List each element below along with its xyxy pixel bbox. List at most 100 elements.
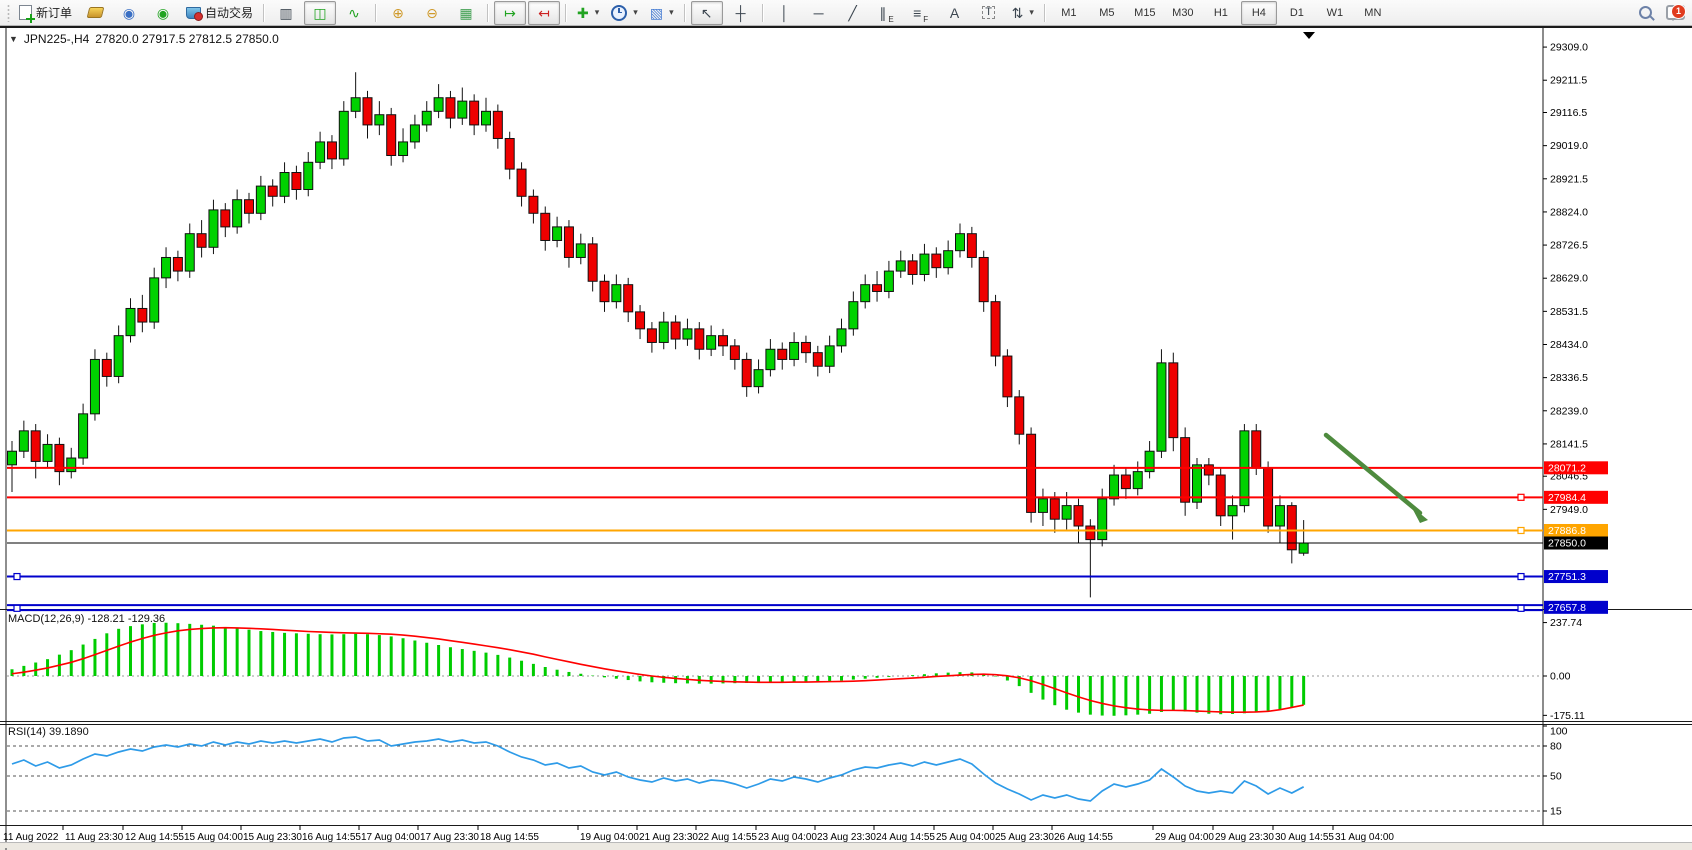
svg-text:29211.5: 29211.5	[1550, 75, 1587, 87]
dropdown-arrow-icon: ▾	[669, 7, 674, 18]
crosshair-button[interactable]: ┼	[725, 1, 757, 25]
svg-text:27657.8: 27657.8	[1548, 602, 1586, 614]
chart-shift-button[interactable]: ↤	[528, 1, 560, 25]
arrows-button[interactable]: ⇅ ▾	[1007, 1, 1039, 25]
candles-layer	[8, 72, 1309, 597]
line-handle[interactable]	[1518, 494, 1524, 500]
timeframe-MN[interactable]: MN	[1355, 1, 1391, 25]
horizontal-line-27751.3[interactable]	[7, 574, 1543, 580]
price-tag-27850.0: 27850.0	[1544, 537, 1608, 550]
bar-chart-button[interactable]: ▥	[270, 1, 302, 25]
zoom-in-icon: ⊕	[392, 6, 404, 20]
timeframe-M15[interactable]: M15	[1127, 1, 1163, 25]
rsi-axis-labels[interactable]: 100805015	[1543, 726, 1568, 818]
channel-button[interactable]: ∥ E	[871, 1, 903, 25]
templates-icon: ▧	[650, 6, 663, 20]
rsi-line	[12, 737, 1304, 801]
svg-text:15: 15	[1550, 806, 1562, 818]
svg-text:28824.0: 28824.0	[1550, 206, 1588, 218]
timeframe-M30[interactable]: M30	[1165, 1, 1201, 25]
text-button[interactable]: A	[939, 1, 971, 25]
fibonacci-button[interactable]: ≡ F	[905, 1, 937, 25]
toolbar-separator	[263, 4, 265, 22]
vertical-line-button[interactable]: │	[769, 1, 801, 25]
horizontal-line-27984.4[interactable]	[7, 494, 1543, 500]
line-chart-icon: ∿	[348, 6, 360, 20]
notification-badge: 1	[1671, 4, 1686, 19]
trendline-button[interactable]: ╱	[837, 1, 869, 25]
main-toolbar: 新订单 ◉ ◉ 自动交易 ▥ ◫ ∿ ⊕ ⊖ ▦ ↦ ↤ ✚ ▾	[0, 0, 1692, 26]
svg-text:27886.8: 27886.8	[1548, 525, 1586, 537]
trend-arrow-annotation[interactable]	[1326, 435, 1428, 523]
line-chart-button[interactable]: ∿	[338, 1, 370, 25]
svg-text:27850.0: 27850.0	[1548, 538, 1586, 550]
timeframe-M5[interactable]: M5	[1089, 1, 1125, 25]
cursor-button[interactable]: ↖	[691, 1, 723, 25]
autotrading-button[interactable]: 自动交易	[181, 1, 258, 25]
rsi-indicator-label: RSI(14) 39.1890	[8, 726, 89, 738]
clock-icon	[611, 5, 627, 21]
horizontal-line-27886.8[interactable]	[7, 527, 1543, 533]
community-button[interactable]: ◉	[113, 1, 145, 25]
line-handle[interactable]	[14, 605, 20, 611]
line-handle[interactable]	[14, 574, 20, 580]
search-button[interactable]	[1629, 1, 1661, 25]
notifications-button[interactable]: 1	[1662, 2, 1688, 24]
auto-scroll-button[interactable]: ↦	[494, 1, 526, 25]
candlestick-chart-button[interactable]: ◫	[304, 1, 336, 25]
timeframe-D1[interactable]: D1	[1279, 1, 1315, 25]
horizontal-line-button[interactable]: ─	[803, 1, 835, 25]
horizontal-line-27657.8[interactable]	[7, 605, 1543, 611]
macd-axis-labels[interactable]: 237.740.00-175.11	[1543, 617, 1585, 722]
crosshair-icon: ┼	[736, 6, 746, 20]
svg-text:29019.0: 29019.0	[1550, 140, 1588, 152]
vertical-line-icon: │	[780, 6, 789, 20]
tile-windows-icon: ▦	[459, 6, 472, 20]
market-depth-icon	[86, 7, 104, 18]
line-handle[interactable]	[1518, 574, 1524, 580]
auto-scroll-icon: ↦	[504, 6, 516, 20]
signals-button[interactable]: ◉	[147, 1, 179, 25]
market-depth-button[interactable]	[79, 1, 111, 25]
svg-text:28336.5: 28336.5	[1550, 372, 1588, 384]
templates-button[interactable]: ▧ ▾	[645, 1, 679, 25]
periods-button[interactable]: ▾	[606, 1, 643, 25]
autotrading-icon	[186, 7, 201, 19]
svg-text:50: 50	[1550, 771, 1562, 783]
dropdown-arrow-icon: ▾	[633, 7, 638, 18]
indicators-icon: ✚	[577, 6, 589, 20]
chart-canvas[interactable]: 29309.029211.529116.529019.028921.528824…	[0, 28, 1692, 850]
timeframe-H4[interactable]: H4	[1241, 1, 1277, 25]
chart-window[interactable]: ▼ JPN225-,H4 27820.0 27917.5 27812.5 278…	[0, 26, 1692, 848]
chart-end-marker-icon	[1303, 32, 1315, 39]
price-axis-labels[interactable]: 29309.029211.529116.529019.028921.528824…	[1543, 42, 1588, 516]
community-icon: ◉	[123, 6, 135, 20]
text-icon: A	[950, 6, 959, 20]
zoom-out-button[interactable]: ⊖	[416, 1, 448, 25]
indicators-button[interactable]: ✚ ▾	[572, 1, 604, 25]
price-tag-27886.8: 27886.8	[1544, 524, 1608, 537]
svg-text:28239.0: 28239.0	[1550, 405, 1588, 417]
line-handle[interactable]	[1518, 527, 1524, 533]
time-axis-labels[interactable]: 11 Aug 202211 Aug 23:3012 Aug 14:5515 Au…	[3, 825, 1394, 843]
line-handle[interactable]	[1518, 605, 1524, 611]
timeframe-M1[interactable]: M1	[1051, 1, 1087, 25]
zoom-in-button[interactable]: ⊕	[382, 1, 414, 25]
svg-text:28531.5: 28531.5	[1550, 306, 1588, 318]
new-order-button[interactable]: 新订单	[14, 1, 77, 25]
svg-text:28141.5: 28141.5	[1550, 438, 1588, 450]
cursor-icon: ↖	[701, 6, 713, 20]
channel-icon: ∥	[879, 6, 886, 20]
timeframe-H1[interactable]: H1	[1203, 1, 1239, 25]
new-order-icon	[19, 5, 32, 20]
chart-title: ▼ JPN225-,H4 27820.0 27917.5 27812.5 278…	[9, 32, 279, 46]
svg-text:27949.0: 27949.0	[1550, 504, 1588, 516]
text-label-button[interactable]: T	[973, 1, 1005, 25]
timeframe-W1[interactable]: W1	[1317, 1, 1353, 25]
price-tag-27984.4: 27984.4	[1544, 491, 1608, 504]
tile-windows-button[interactable]: ▦	[450, 1, 482, 25]
candlestick-chart-icon: ◫	[313, 6, 326, 20]
autotrading-label: 自动交易	[205, 4, 253, 21]
chart-title-dropdown-icon[interactable]: ▼	[9, 34, 18, 44]
fibonacci-icon: ≡	[913, 6, 921, 20]
